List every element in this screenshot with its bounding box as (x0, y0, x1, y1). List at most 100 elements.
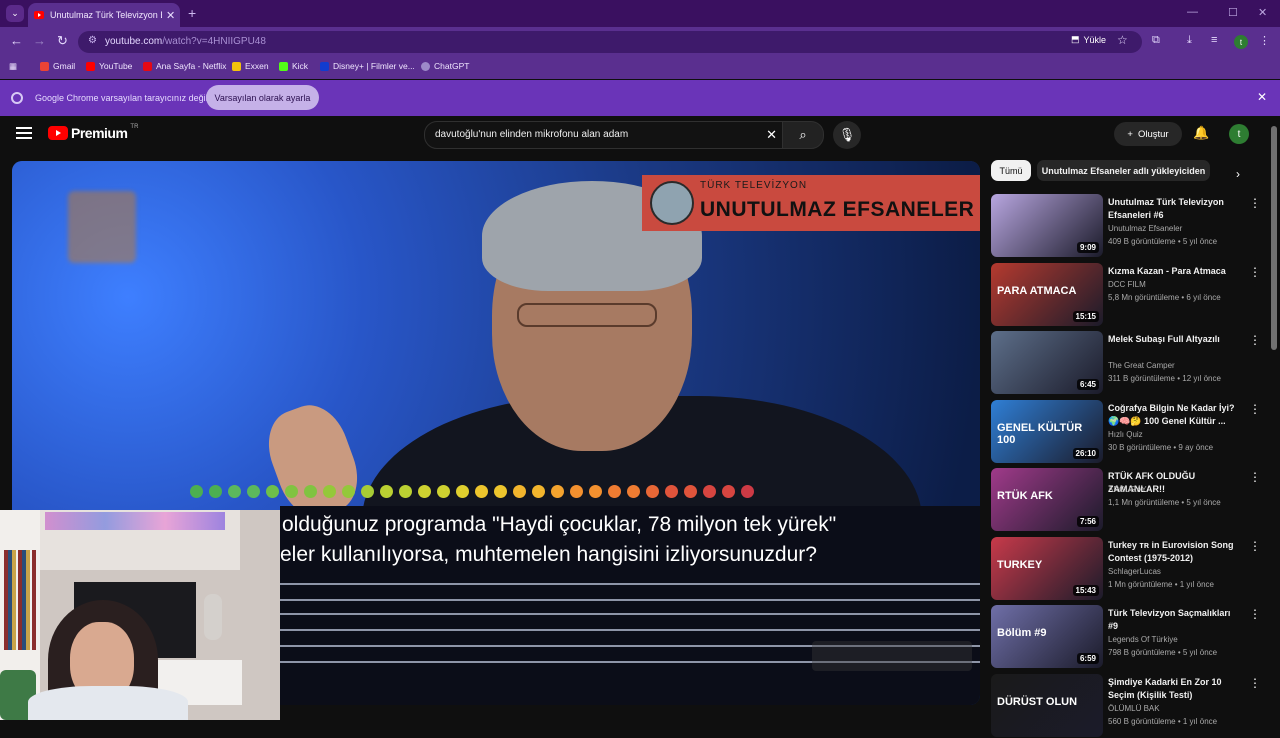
kick-icon (279, 61, 288, 71)
apps-grid-icon[interactable]: ▦ (9, 61, 17, 72)
light-dot (418, 485, 431, 498)
video-channel[interactable]: Unutulmaz Efsaneler (1108, 224, 1182, 233)
maximize-button[interactable]: ☐ (1228, 6, 1238, 19)
search-query: davutoğlu'nun elinden mikrofonu alan ada… (435, 129, 629, 140)
answer-bar-2 (280, 613, 980, 631)
infobar-close-icon[interactable]: ✕ (1257, 90, 1267, 104)
chevron-right-icon[interactable]: › (1236, 167, 1240, 181)
forward-button[interactable]: → (33, 33, 46, 48)
youtube-logo[interactable]: Premium TR (48, 124, 138, 141)
clear-search-icon[interactable]: ✕ (766, 127, 777, 143)
address-bar[interactable]: ⚙ youtube.com/watch?v=4HNIIGPU48 (78, 31, 1142, 53)
video-title[interactable]: Melek Subaşı Full Altyazılı (1108, 333, 1238, 346)
tab-close-icon[interactable]: ✕ (166, 9, 175, 22)
light-dot (361, 485, 374, 498)
video-title[interactable]: Turkey ᴛʀ in Eurovision Song Contest (19… (1108, 539, 1238, 565)
minimize-button[interactable]: — (1187, 6, 1198, 18)
chip-uploader[interactable]: Unutulmaz Efsaneler adlı yükleyiciden (1037, 160, 1210, 181)
default-browser-infobar: Google Chrome varsayılan tarayıcınız değ… (0, 80, 1280, 116)
bookmark-chatgpt[interactable]: ChatGPT (421, 61, 469, 71)
chip-all[interactable]: Tümü (991, 160, 1031, 181)
light-dot (684, 485, 697, 498)
notifications-bell-icon[interactable]: 🔔 (1193, 125, 1209, 141)
more-actions-icon[interactable]: ⋮ (1249, 607, 1261, 621)
user-avatar[interactable]: t (1229, 124, 1249, 144)
recommended-video[interactable]: TURKEY 15:43 Turkey ᴛʀ in Eurovision Son… (991, 536, 1261, 601)
bookmark-disney[interactable]: Disney+ | Filmler ve... (320, 61, 415, 71)
recommended-video[interactable]: Bölüm #9 6:59 Türk Televizyon Saçmalıkla… (991, 605, 1261, 669)
site-info-icon[interactable]: ⚙ (88, 35, 97, 46)
video-duration: 15:15 (1072, 310, 1099, 322)
bookmark-star-icon[interactable]: ☆ (1117, 33, 1128, 47)
back-button[interactable]: ← (10, 33, 23, 48)
bookmark-exxen[interactable]: Exxen (232, 61, 269, 71)
video-channel[interactable]: DCC FILM (1108, 280, 1146, 289)
video-duration: 6:45 (1076, 379, 1099, 390)
menu-icon[interactable] (16, 127, 32, 139)
video-title[interactable]: Coğrafya Bilgin Ne Kadar İyi? 🌍🧠🤔 100 Ge… (1108, 402, 1238, 428)
more-actions-icon[interactable]: ⋮ (1249, 196, 1261, 210)
search-icon: ⌕ (799, 127, 807, 142)
video-title[interactable]: Türk Televizyon Saçmalıkları #9 (1108, 607, 1238, 633)
reload-button[interactable]: ↻ (57, 33, 68, 49)
more-actions-icon[interactable]: ⋮ (1249, 470, 1261, 484)
extensions-icon[interactable]: ⧉ (1152, 34, 1160, 47)
video-thumbnail[interactable]: GENEL KÜLTÜR 100 26:10 (991, 399, 1103, 463)
profile-avatar[interactable]: t (1234, 35, 1248, 49)
video-thumbnail[interactable]: Bölüm #9 6:59 (991, 605, 1103, 668)
more-actions-icon[interactable]: ⋮ (1249, 333, 1261, 347)
recommended-video[interactable]: GENEL KÜLTÜR 100 26:10 Coğrafya Bilgin N… (991, 399, 1261, 464)
bookmark-gmail[interactable]: Gmail (40, 61, 75, 71)
new-tab-button[interactable]: + (188, 5, 196, 21)
bookmark-youtube[interactable]: YouTube (86, 61, 132, 71)
scrollbar[interactable] (1271, 126, 1277, 350)
video-channel[interactable]: ARCURAY (1108, 485, 1147, 494)
video-channel[interactable]: ÖLÜMLÜ BAK (1108, 704, 1160, 713)
download-icon[interactable]: ⤓ (1187, 34, 1192, 47)
chrome-menu-icon[interactable]: ⋮ (1259, 34, 1270, 47)
video-thumbnail[interactable]: 6:45 (991, 331, 1103, 394)
video-channel[interactable]: Legends Of Türkiye (1108, 635, 1178, 644)
set-default-button[interactable]: Varsayılan olarak ayarla (206, 85, 319, 110)
browser-tab[interactable]: Unutulmaz Türk Televizyon Efsa ✕ (28, 3, 180, 27)
video-title[interactable]: Kızma Kazan - Para Atmaca (1108, 265, 1238, 278)
light-dot (323, 485, 336, 498)
search-button[interactable]: ⌕ (782, 121, 824, 149)
video-channel[interactable]: Hızlı Quiz (1108, 430, 1143, 439)
more-actions-icon[interactable]: ⋮ (1249, 539, 1261, 553)
video-thumbnail[interactable]: PARA ATMACA 15:15 (991, 262, 1103, 326)
video-channel[interactable]: The Great Camper (1108, 361, 1175, 370)
recommended-video[interactable]: DÜRÜST OLUN Şimdiye Kadarki En Zor 10 Se… (991, 673, 1261, 738)
video-thumbnail[interactable]: RTÜK AFK 7:56 (991, 468, 1103, 531)
light-dot (589, 485, 602, 498)
window-close-button[interactable]: ✕ (1258, 6, 1267, 19)
thumbnail-text: RTÜK AFK (997, 490, 1053, 502)
recommended-video[interactable]: RTÜK AFK 7:56 RTÜK AFK OLDUĞU ZAMANLAR!!… (991, 468, 1261, 532)
watermark (812, 641, 972, 671)
more-actions-icon[interactable]: ⋮ (1249, 676, 1261, 690)
video-duration: 6:59 (1076, 653, 1099, 664)
video-thumbnail[interactable]: TURKEY 15:43 (991, 536, 1103, 600)
video-thumbnail[interactable]: 9:09 (991, 194, 1103, 257)
video-title[interactable]: Unutulmaz Türk Televizyon Efsaneleri #6 (1108, 196, 1238, 222)
video-meta: 5,8 Mn görüntüleme • 6 yıl önce (1108, 292, 1221, 302)
media-control-icon[interactable]: ≡ (1211, 34, 1217, 46)
tab-search-button[interactable]: ⌄ (6, 5, 24, 22)
bookmark-netflix[interactable]: Ana Sayfa - Netflix (143, 61, 226, 71)
video-title[interactable]: Şimdiye Kadarki En Zor 10 Seçim (Kişilik… (1108, 676, 1238, 702)
more-actions-icon[interactable]: ⋮ (1249, 265, 1261, 279)
create-button[interactable]: + Oluştur (1114, 122, 1182, 146)
install-app-button[interactable]: ⬒ Yükle (1071, 34, 1106, 45)
recommended-video[interactable]: 6:45 Melek Subaşı Full Altyazılı The Gre… (991, 331, 1261, 395)
recommended-video[interactable]: PARA ATMACA 15:15 Kızma Kazan - Para Atm… (991, 262, 1261, 327)
video-meta: 409 B görüntüleme • 5 yıl önce (1108, 237, 1218, 246)
mic-icon: 🎙 (838, 127, 856, 142)
recommended-video[interactable]: 9:09 Unutulmaz Türk Televizyon Efsaneler… (991, 194, 1261, 258)
video-thumbnail[interactable]: DÜRÜST OLUN (991, 673, 1103, 737)
search-input[interactable]: davutoğlu'nun elinden mikrofonu alan ada… (424, 121, 784, 149)
video-channel[interactable]: SchlagerLucas (1108, 567, 1161, 576)
bookmark-kick[interactable]: Kick (279, 61, 308, 71)
install-label: Yükle (1083, 34, 1106, 45)
voice-search-button[interactable]: 🎙 (833, 121, 861, 149)
more-actions-icon[interactable]: ⋮ (1249, 402, 1261, 416)
